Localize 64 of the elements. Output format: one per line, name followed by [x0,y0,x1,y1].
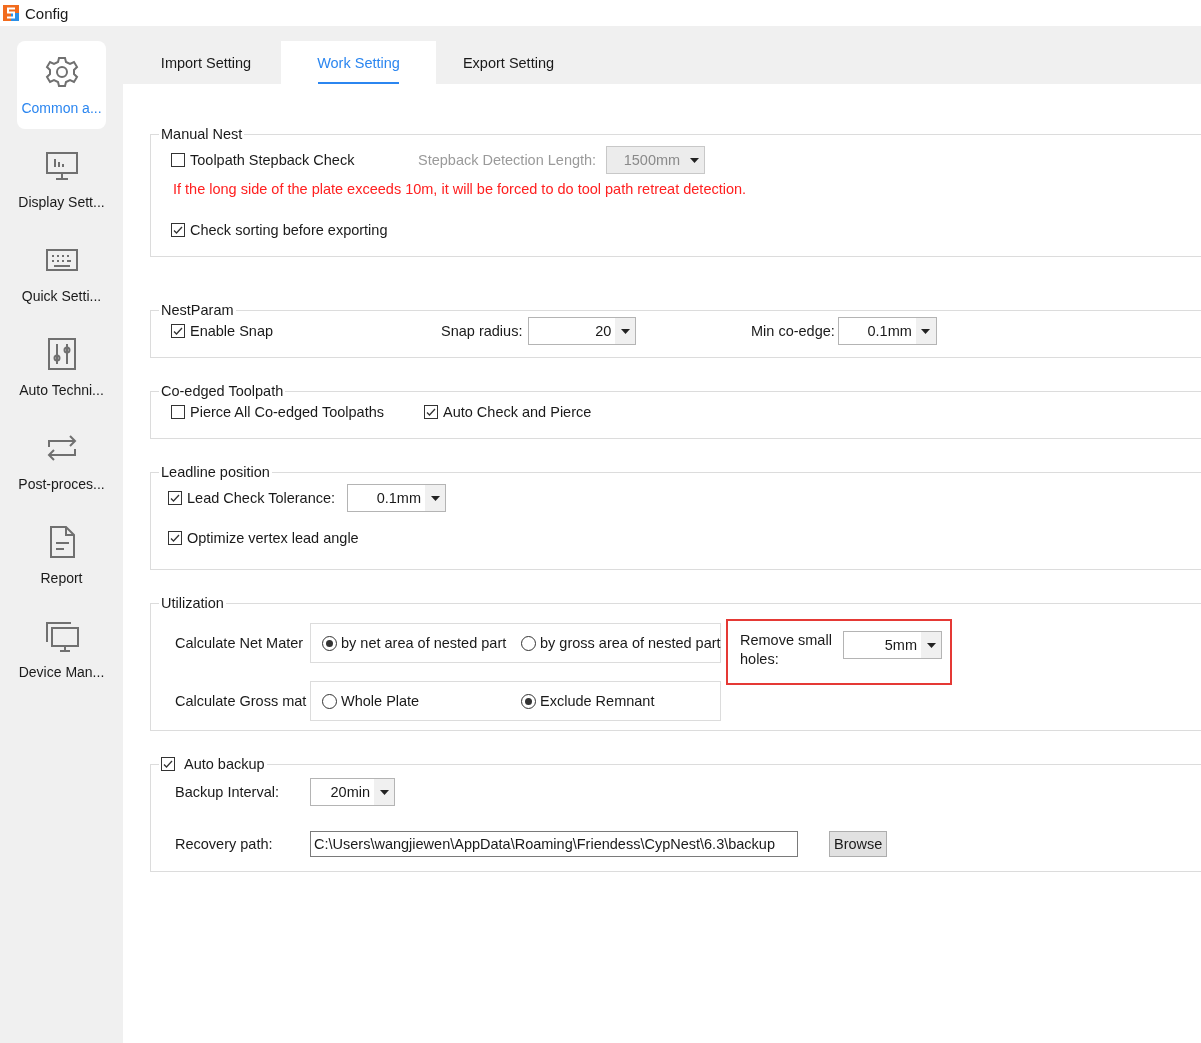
warning-message: If the long side of the plate exceeds 10m, it will be forced to do tool path retreat detection. [173,181,747,197]
checkbox-label: Lead Check Tolerance: [187,490,336,506]
checkbox[interactable] [171,324,185,338]
tab[interactable]: Work Setting [281,41,436,84]
field-label: Backup Interval: [175,784,279,800]
caret-icon [921,328,931,334]
checkbox[interactable] [168,491,182,505]
checkbox-label: Optimize vertex lead angle [187,530,359,546]
radio-button[interactable] [521,693,536,709]
radio-button[interactable] [521,635,536,651]
checkbox-label: Check sorting before exporting [190,222,388,238]
caret-icon [379,789,389,795]
dropdown[interactable]: 20 [528,317,637,345]
dropdown[interactable]: 5mm [843,631,942,659]
radio-button[interactable] [322,635,337,651]
window-title: Config [25,4,69,22]
gear-icon [43,54,80,90]
tab[interactable]: Import Setting [131,41,281,84]
dropdown[interactable]: 20min [310,778,395,806]
checkbox-label: Auto Check and Pierce [443,404,592,420]
field-label: Recovery path: [175,836,273,852]
checkbox[interactable] [161,757,175,771]
sidebar-item[interactable]: Common a... [17,41,106,129]
field-label: Calculate Gross mat [175,693,307,709]
checkbox-label: Toolpath Stepback Check [190,152,355,168]
app-logo-icon [3,5,19,21]
radio-button[interactable] [322,693,337,709]
path-field[interactable]: C:\Users\wangjiewen\AppData\Roaming\Friendess\CypNest\6.3\backup [310,831,798,857]
field-label: Stepback Detection Length: [418,152,597,168]
group-title: NestParam [160,302,235,318]
checkbox-label: Pierce All Co-edged Toolpaths [190,404,384,420]
tab[interactable]: Export Setting [436,41,581,84]
field-label: Snap radius: [441,323,523,339]
field-label: Min co-edge: [751,323,835,339]
field-label: Calculate Net Mater [175,635,304,651]
sidebar-item[interactable]: Report [17,511,106,599]
sidebar-item[interactable]: Post-proces... [17,417,106,505]
checkbox[interactable] [171,223,185,237]
browse-button[interactable]: Browse [829,831,888,857]
radio-label: by gross area of nested part [540,635,721,651]
caret-icon [689,157,699,163]
group-title: Utilization [160,595,225,611]
field-label: Remove small holes: [740,631,833,669]
radio-label: Whole Plate [341,693,420,709]
checkbox[interactable] [424,405,438,419]
caret-icon [926,642,936,648]
dropdown[interactable]: 0.1mm [347,484,446,512]
radio-label: by net area of nested part [341,635,507,651]
caret-icon [620,328,630,334]
sidebar-item[interactable]: Auto Techni... [17,323,106,411]
checkbox[interactable] [171,405,185,419]
caret-icon [430,495,440,501]
group-title: Manual Nest [160,126,244,142]
group-title: Co-edged Toolpath [160,383,285,399]
radio-label: Exclude Remnant [540,693,655,709]
group-title: Auto backup [184,756,265,772]
group-title: Leadline position [160,464,271,480]
sidebar-item[interactable]: Display Sett... [17,135,106,223]
checkbox[interactable] [171,153,185,167]
sidebar-item[interactable]: Quick Setti... [17,229,106,317]
dropdown[interactable]: 0.1mm [837,317,937,345]
sidebar-item[interactable]: Device Man... [17,605,106,693]
checkbox-label: Enable Snap [190,323,274,339]
checkbox[interactable] [168,531,182,545]
